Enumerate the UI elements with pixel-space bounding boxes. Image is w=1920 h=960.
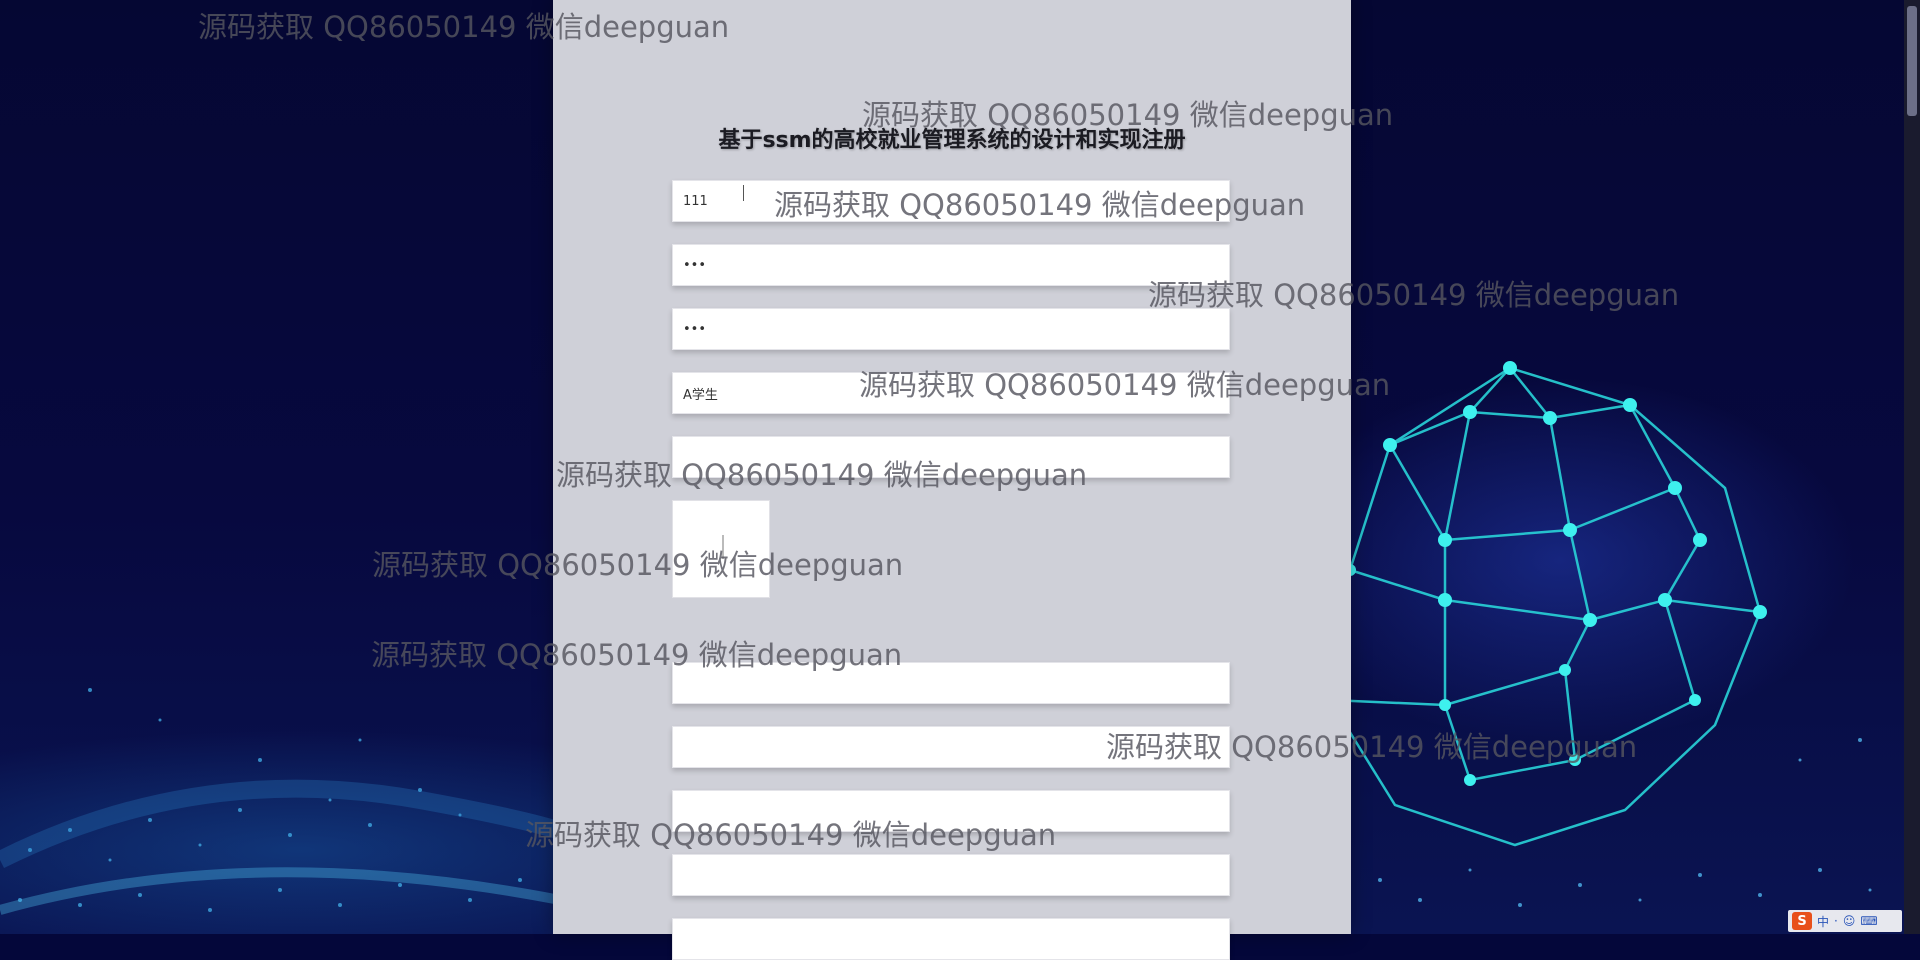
emoji-icon[interactable]: ☺: [1843, 914, 1856, 928]
password-field[interactable]: •••: [672, 244, 1230, 286]
register-panel: 基于ssm的高校就业管理系统的设计和实现注册 111 ••• ••• A学生: [553, 0, 1351, 960]
text-field-6[interactable]: [672, 662, 1230, 704]
text-field-5[interactable]: [672, 436, 1230, 478]
ime-mode-label[interactable]: 中: [1817, 913, 1829, 930]
text-cursor: [743, 185, 744, 201]
confirm-password-field[interactable]: •••: [672, 308, 1230, 350]
text-field-9[interactable]: [672, 854, 1230, 896]
upload-photo-box[interactable]: [672, 500, 770, 598]
text-field-7[interactable]: [672, 726, 1230, 768]
keyboard-icon[interactable]: ⌨: [1860, 914, 1877, 928]
username-field[interactable]: 111: [672, 180, 1230, 222]
punctuation-icon[interactable]: ·: [1834, 914, 1838, 928]
page-scrollbar[interactable]: [1904, 0, 1920, 934]
name-field[interactable]: A学生: [672, 372, 1230, 414]
sogou-logo-icon[interactable]: S: [1792, 912, 1812, 930]
upload-icon: [722, 535, 724, 559]
scrollbar-thumb[interactable]: [1907, 6, 1917, 116]
text-field-8[interactable]: [672, 790, 1230, 832]
ime-toolbar[interactable]: S 中 · ☺ ⌨: [1788, 910, 1902, 932]
text-field-10[interactable]: [672, 918, 1230, 960]
page-title: 基于ssm的高校就业管理系统的设计和实现注册: [718, 128, 1186, 153]
